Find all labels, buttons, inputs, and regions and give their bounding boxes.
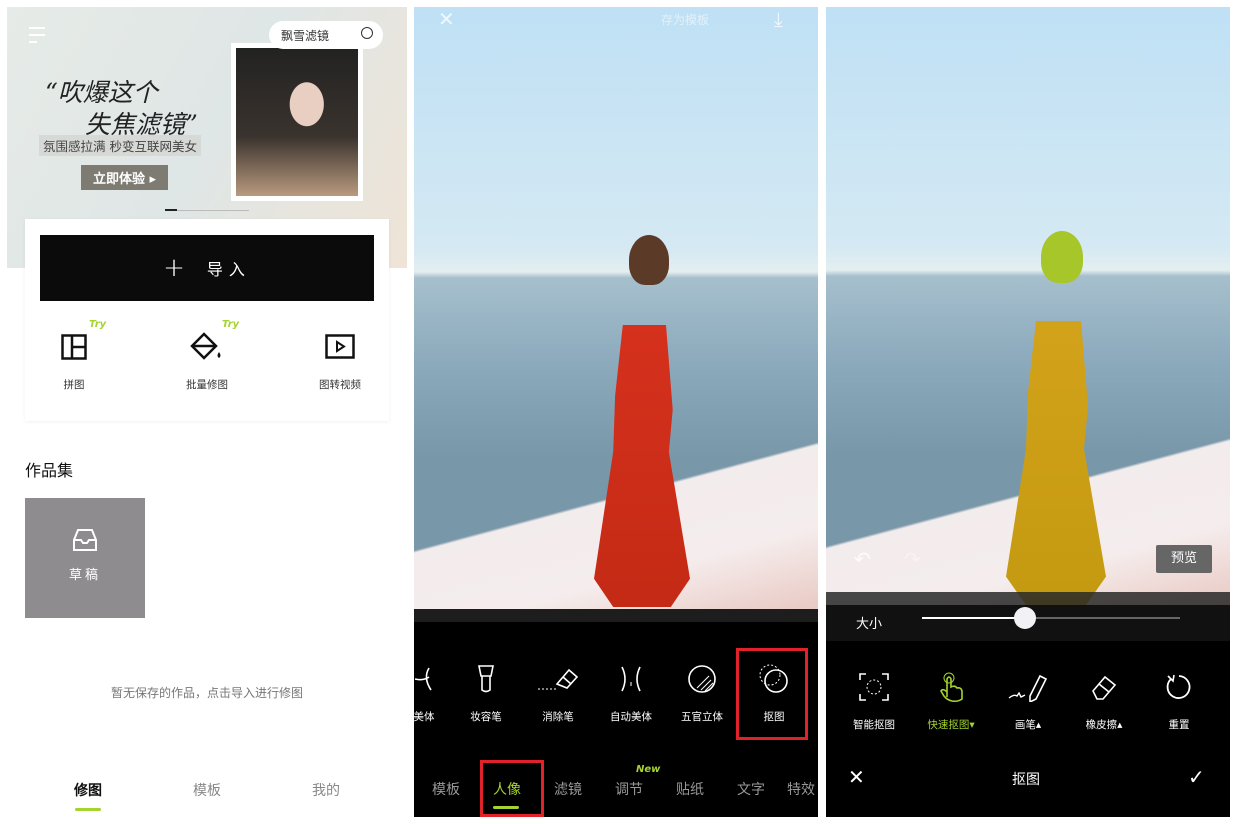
tool-eraser[interactable]: 橡皮擦▴: [1064, 667, 1144, 732]
tool-label: 画笔▴: [1014, 719, 1042, 731]
tool-auto-body[interactable]: 自动美体: [599, 657, 663, 724]
tool-batch-edit[interactable]: 批量修图: [157, 327, 257, 392]
close-icon[interactable]: ✕: [438, 7, 455, 31]
makeup-brush-icon: [454, 657, 518, 701]
empty-state-text: 暂无保存的作品，点击导入进行修图: [110, 686, 303, 700]
nav-edit[interactable]: 修图: [58, 780, 118, 800]
nav-templates[interactable]: 模板: [177, 780, 237, 800]
paint-bucket-icon: [157, 327, 257, 367]
tab-text[interactable]: 文字: [726, 779, 776, 799]
import-label: 导入: [206, 260, 251, 279]
tool-label: 五官立体: [681, 711, 723, 723]
banner-headline: “吹爆这个 失焦滤镜”: [45, 77, 198, 141]
tool-label: 妆容笔: [470, 711, 502, 723]
tool-label: 橡皮擦▴: [1085, 719, 1123, 731]
section-title: 作品集: [25, 461, 74, 480]
pen-icon: [988, 667, 1068, 707]
carousel-indicator: [165, 209, 249, 211]
tool-smart-cutout[interactable]: 智能抠图: [834, 667, 914, 732]
contour-icon: [670, 657, 734, 701]
drafts-tile[interactable]: 草稿: [25, 498, 145, 618]
plus-icon: +: [163, 253, 191, 283]
inbox-icon: [25, 528, 145, 556]
photo-canvas[interactable]: [826, 7, 1230, 605]
tool-label: 智能抠图: [853, 719, 895, 731]
tool-quick-cutout[interactable]: 快速抠图▾: [911, 667, 991, 732]
tool-makeup-pen[interactable]: 妆容笔: [454, 657, 518, 724]
tool-label: 消除笔: [542, 711, 574, 723]
new-badge: New: [636, 764, 661, 775]
tool-label: 自动美体: [610, 711, 652, 723]
tool-collage[interactable]: 拼图: [24, 327, 124, 392]
banner-photo: [231, 43, 363, 201]
menu-icon[interactable]: [29, 27, 45, 48]
tool-label: 图转视频: [319, 379, 361, 391]
tool-label: 美体: [414, 711, 435, 723]
editor-screen: ✕ 存为模板 ⤓ 美体 妆容笔 消除笔 自动美体 五官立体 抠图 模板 人像 滤…: [414, 7, 818, 817]
tool-brush[interactable]: 画笔▴: [988, 667, 1068, 732]
finger-tap-icon: [911, 667, 991, 707]
drafts-label: 草稿: [68, 568, 101, 583]
tool-image-to-video[interactable]: 图转视频: [290, 327, 390, 392]
search-text: 飘雪滤镜: [281, 29, 330, 43]
tool-face-3d[interactable]: 五官立体: [670, 657, 734, 724]
tool-label: 快速抠图▾: [927, 719, 975, 731]
collage-icon: [24, 327, 124, 367]
size-slider[interactable]: [922, 607, 1180, 629]
save-template-button[interactable]: 存为模板: [661, 11, 709, 28]
tab-adjust[interactable]: 调节: [604, 779, 654, 799]
tab-templates[interactable]: 模板: [421, 779, 471, 799]
preview-button[interactable]: 预览: [1156, 545, 1212, 573]
undo-icon[interactable]: ↶: [854, 547, 871, 571]
cutout-screen: ↶ ↷ 预览 大小 智能抠图 快速抠图▾ 画笔▴ 橡皮擦▴ 重置 ✕ 抠图 ✓: [826, 7, 1230, 817]
eraser-icon: [526, 657, 590, 701]
import-button[interactable]: + 导入: [40, 235, 374, 301]
search-input[interactable]: 飘雪滤镜: [269, 21, 383, 49]
eraser-icon: [1064, 667, 1144, 707]
size-slider-row: 大小: [826, 605, 1230, 641]
tool-body[interactable]: 美体: [414, 657, 456, 724]
body-icon: [414, 657, 456, 701]
highlight-portrait-tab: [480, 760, 544, 817]
photo-canvas[interactable]: [414, 7, 818, 609]
try-now-button[interactable]: 立即体验 ▸: [81, 165, 169, 190]
home-screen: “吹爆这个 失焦滤镜” 氛围感拉满 秒变互联网美女 立即体验 ▸ 飘雪滤镜 + 导入…: [7, 7, 407, 817]
smart-select-icon: [834, 667, 914, 707]
try-badge: Try: [89, 319, 107, 330]
try-badge: Try: [222, 319, 240, 330]
tool-label: 批量修图: [186, 379, 228, 391]
highlight-cutout: [736, 648, 808, 740]
nav-me[interactable]: 我的: [296, 780, 356, 800]
tool-label: 重置: [1168, 719, 1190, 731]
cancel-icon[interactable]: ✕: [848, 765, 865, 789]
nav-active-indicator: [75, 808, 101, 811]
redo-icon[interactable]: ↷: [904, 547, 921, 571]
tool-reset[interactable]: 重置: [1139, 667, 1219, 732]
tab-effects[interactable]: 特效: [787, 779, 818, 799]
tool-eraser-pen[interactable]: 消除笔: [526, 657, 590, 724]
headline-line1: “吹爆这个: [45, 78, 158, 107]
tab-filters[interactable]: 滤镜: [543, 779, 593, 799]
download-icon[interactable]: ⤓: [774, 7, 783, 31]
tool-label: 拼图: [63, 379, 85, 391]
waist-icon: [599, 657, 663, 701]
size-label: 大小: [856, 617, 883, 632]
slider-handle[interactable]: [1014, 607, 1037, 629]
reset-icon: [1139, 667, 1219, 707]
banner-subtitle: 氛围感拉满 秒变互联网美女: [39, 135, 201, 156]
video-icon: [290, 327, 390, 367]
screen-title: 抠图: [1012, 772, 1040, 788]
tab-stickers[interactable]: 贴纸: [665, 779, 715, 799]
search-icon[interactable]: [361, 27, 373, 39]
confirm-icon[interactable]: ✓: [1188, 765, 1205, 789]
